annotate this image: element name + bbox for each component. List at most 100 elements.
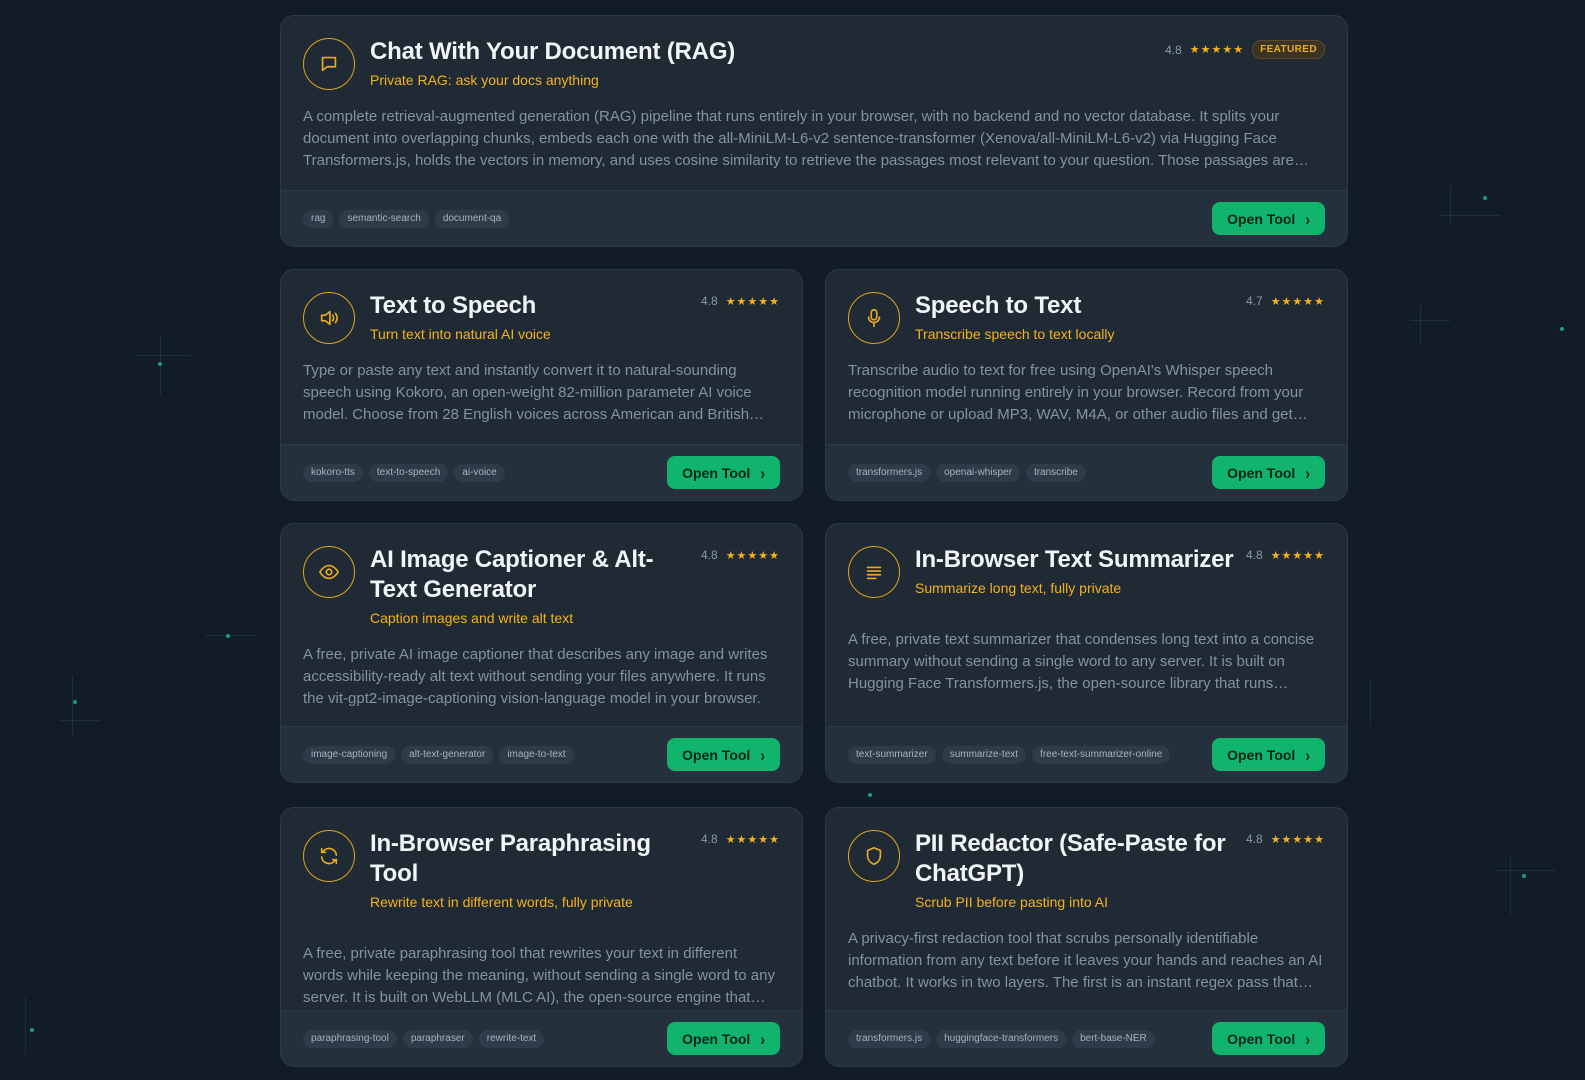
tool-card-image-captioner: 4.8 ★★★★★ AI Image Captioner & Alt-Text … [280,523,803,783]
rating: 4.8 ★★★★★ FEATURED [1165,40,1325,59]
star-icons: ★★★★★ [725,295,780,308]
rating: 4.7 ★★★★★ [1246,294,1325,308]
tag[interactable]: transformers.js [848,1029,931,1048]
tag[interactable]: openai-whisper [936,463,1020,482]
open-tool-button[interactable]: Open Tool › [667,738,780,771]
card-tagline: Caption images and write alt text [370,610,574,626]
card-title: In-Browser Text Summarizer [915,546,1234,573]
open-tool-button[interactable]: Open Tool › [1212,1022,1325,1055]
tool-card-rag: 4.8 ★★★★★ FEATURED Chat With Your Docume… [280,15,1348,247]
chevron-right-icon: › [1305,744,1310,765]
eye-icon [303,546,355,598]
tag[interactable]: kokoro-tts [303,463,363,482]
card-tagline: Rewrite text in different words, fully p… [370,894,633,910]
card-description: A free, private paraphrasing tool that r… [303,945,775,1006]
card-description: Type or paste any text and instantly con… [303,362,752,423]
rating-value: 4.8 [701,294,718,308]
open-tool-button[interactable]: Open Tool › [667,1022,780,1055]
chevron-right-icon: › [760,1028,765,1049]
open-tool-label: Open Tool [682,464,751,481]
star-icons: ★★★★★ [1189,44,1245,56]
tag-list: image-captioning alt-text-generator imag… [303,745,574,764]
tag[interactable]: text-summarizer [848,745,936,764]
card-footer: transformers.js openai-whisper transcrib… [826,444,1347,500]
card-footer: kokoro-tts text-to-speech ai-voice Open … [281,444,802,500]
featured-badge: FEATURED [1252,40,1325,59]
card-description: Transcribe audio to text for free using … [848,362,1304,423]
chevron-right-icon: › [1305,462,1310,483]
tag[interactable]: transcribe [1025,463,1086,482]
tag[interactable]: ai-voice [454,463,505,482]
rating: 4.8 ★★★★★ [701,294,780,308]
chevron-right-icon: › [760,744,765,765]
shield-icon [848,830,900,882]
open-tool-label: Open Tool [1227,464,1296,481]
rating: 4.8 ★★★★★ [701,832,780,846]
tag[interactable]: paraphrasing-tool [303,1029,397,1048]
rating-value: 4.8 [1165,42,1182,57]
tag-list: transformers.js huggingface-transformers… [848,1029,1155,1048]
card-title: AI Image Captioner & Alt-Text Generator [370,546,654,603]
rating-value: 4.8 [1246,548,1263,562]
card-title: Chat With Your Document (RAG) [370,38,736,65]
star-icons: ★★★★★ [725,833,780,846]
card-description: A free, private AI image captioner that … [303,646,768,707]
rating-value: 4.8 [701,548,718,562]
tag-list: text-summarizer summarize-text free-text… [848,745,1171,764]
text-lines-icon [848,546,900,598]
tag[interactable]: text-to-speech [368,463,449,482]
card-tagline: Transcribe speech to text locally [915,326,1115,342]
refresh-icon [303,830,355,882]
tag[interactable]: rewrite-text [478,1029,545,1048]
open-tool-button[interactable]: Open Tool › [1212,738,1325,771]
tag[interactable]: transformers.js [848,463,931,482]
rating-value: 4.7 [1246,294,1263,308]
card-description: A complete retrieval-augmented generatio… [303,108,1295,169]
open-tool-button[interactable]: Open Tool › [667,456,780,489]
tag[interactable]: semantic-search [339,209,429,228]
tag[interactable]: huggingface-transformers [936,1029,1067,1048]
card-tagline: Private RAG: ask your docs anything [370,72,599,88]
tool-card-paraphrasing: 4.8 ★★★★★ In-Browser Paraphrasing Tool R… [280,807,803,1067]
card-footer: text-summarizer summarize-text free-text… [826,726,1347,782]
tag[interactable]: image-captioning [303,745,396,764]
open-tool-label: Open Tool [1227,210,1296,227]
open-tool-label: Open Tool [682,746,751,763]
microphone-icon [848,292,900,344]
tag[interactable]: bert-base-NER [1072,1029,1155,1048]
tool-card-pii-redactor: 4.8 ★★★★★ PII Redactor (Safe-Paste for C… [825,807,1348,1067]
card-footer: image-captioning alt-text-generator imag… [281,726,802,782]
tag[interactable]: free-text-summarizer-online [1032,745,1171,764]
chevron-right-icon: › [1305,208,1310,229]
card-footer: paraphrasing-tool paraphraser rewrite-te… [281,1010,802,1066]
tag-list: transformers.js openai-whisper transcrib… [848,463,1086,482]
open-tool-button[interactable]: Open Tool › [1212,202,1325,235]
star-icons: ★★★★★ [1270,295,1325,308]
tag[interactable]: image-to-text [499,745,574,764]
tag[interactable]: document-qa [434,209,510,228]
tool-card-text-to-speech: 4.8 ★★★★★ Text to Speech Turn text into … [280,269,803,501]
tag[interactable]: rag [303,209,334,228]
open-tool-button[interactable]: Open Tool › [1212,456,1325,489]
star-icons: ★★★★★ [725,549,780,562]
card-tagline: Turn text into natural AI voice [370,326,551,342]
open-tool-label: Open Tool [1227,746,1296,763]
tag[interactable]: alt-text-generator [401,745,494,764]
open-tool-label: Open Tool [682,1030,751,1047]
card-footer: transformers.js huggingface-transformers… [826,1010,1347,1066]
card-tagline: Summarize long text, fully private [915,580,1122,596]
tag-list: rag semantic-search document-qa [303,209,510,228]
card-title: PII Redactor (Safe-Paste for ChatGPT) [915,830,1226,887]
rating: 4.8 ★★★★★ [1246,832,1325,846]
card-description: A free, private text summarizer that con… [848,631,1315,692]
tag[interactable]: paraphraser [402,1029,473,1048]
card-title: In-Browser Paraphrasing Tool [370,830,651,887]
card-tagline: Scrub PII before pasting into AI [915,894,1109,910]
open-tool-label: Open Tool [1227,1030,1296,1047]
rating: 4.8 ★★★★★ [1246,548,1325,562]
star-icons: ★★★★★ [1270,549,1325,562]
rating: 4.8 ★★★★★ [701,548,780,562]
card-description: A privacy-first redaction tool that scru… [848,930,1323,991]
tag[interactable]: summarize-text [941,745,1027,764]
card-title: Speech to Text [915,292,1082,319]
